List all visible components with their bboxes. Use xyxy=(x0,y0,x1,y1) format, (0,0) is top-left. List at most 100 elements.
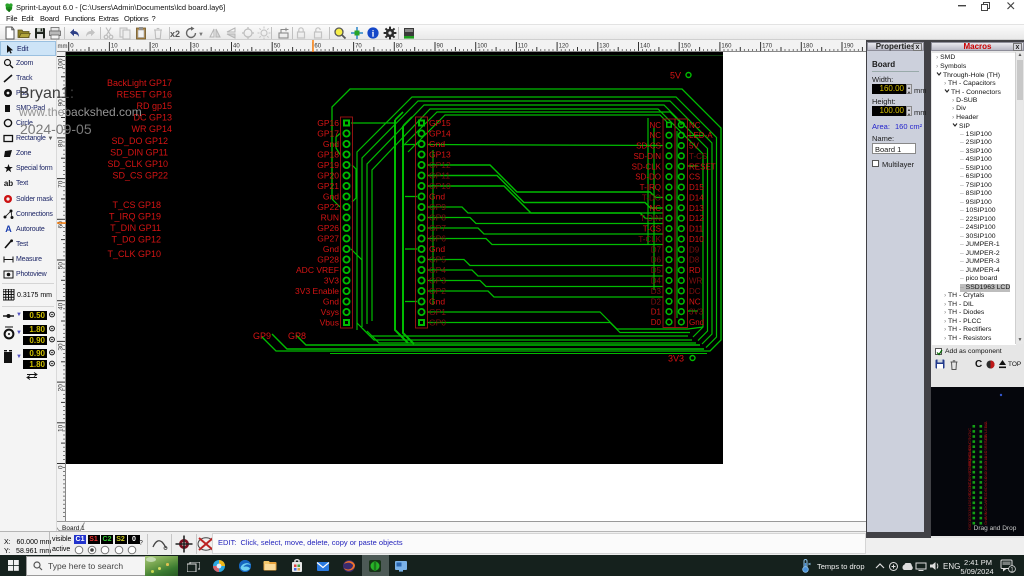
svg-text:190: 190 xyxy=(844,44,855,50)
svg-text:GP18: GP18 xyxy=(317,150,339,160)
svg-text:70: 70 xyxy=(58,180,65,188)
svg-text:Gnd: Gnd xyxy=(429,244,445,254)
svg-text:RESET: RESET xyxy=(983,435,988,449)
svg-text:GP10: GP10 xyxy=(429,181,451,191)
svg-text:D7: D7 xyxy=(967,488,972,494)
svg-text:NC: NC xyxy=(649,204,661,213)
svg-text:NC: NC xyxy=(649,131,661,140)
svg-text:D8: D8 xyxy=(983,488,988,494)
svg-text:RUN: RUN xyxy=(321,213,339,223)
svg-text:LED-A: LED-A xyxy=(689,131,713,140)
svg-text:GP2: GP2 xyxy=(429,286,446,296)
svg-text:ADC VREF: ADC VREF xyxy=(296,265,339,275)
svg-text:D15: D15 xyxy=(689,183,704,192)
svg-text:D13: D13 xyxy=(689,204,704,213)
svg-text:D7: D7 xyxy=(651,245,662,254)
svg-text:D1: D1 xyxy=(967,519,972,525)
svg-text:30: 30 xyxy=(58,343,65,351)
svg-text:GP16: GP16 xyxy=(317,118,339,128)
svg-text:D2: D2 xyxy=(967,514,972,520)
svg-text:D11: D11 xyxy=(689,225,704,234)
svg-text:WR: WR xyxy=(689,277,703,286)
svg-text:Gnd: Gnd xyxy=(429,192,445,202)
svg-text:100: 100 xyxy=(477,44,488,50)
svg-text:D6: D6 xyxy=(651,256,662,265)
svg-text:NC: NC xyxy=(967,433,972,439)
svg-text:D9: D9 xyxy=(689,245,700,254)
svg-text:D5: D5 xyxy=(651,266,662,275)
svg-text:D4: D4 xyxy=(651,277,662,286)
svg-text:T_CLK GP10: T_CLK GP10 xyxy=(107,249,161,259)
svg-text:60: 60 xyxy=(58,221,65,229)
svg-text:60: 60 xyxy=(314,44,321,50)
svg-text:NC: NC xyxy=(689,121,701,130)
svg-text:NC: NC xyxy=(649,121,661,130)
svg-text:GP27: GP27 xyxy=(317,234,339,244)
svg-text:110: 110 xyxy=(518,44,528,50)
svg-text:140: 140 xyxy=(640,44,651,50)
svg-text:D0: D0 xyxy=(651,318,662,327)
svg-text:SD-CS: SD-CS xyxy=(636,142,661,151)
svg-text:D9: D9 xyxy=(983,483,988,489)
svg-text:5V: 5V xyxy=(689,142,699,151)
svg-text:BackLight GP17: BackLight GP17 xyxy=(107,78,172,88)
svg-text:10: 10 xyxy=(111,44,118,50)
svg-text:100: 100 xyxy=(58,58,65,69)
svg-text:GP8: GP8 xyxy=(429,213,446,223)
svg-text:GP6: GP6 xyxy=(429,234,446,244)
svg-text:RD: RD xyxy=(689,266,701,275)
svg-text:NC: NC xyxy=(689,297,701,306)
svg-text:GP11: GP11 xyxy=(429,171,450,181)
svg-text:120: 120 xyxy=(559,44,570,50)
svg-text:3V3: 3V3 xyxy=(689,308,704,317)
svg-text:3V3: 3V3 xyxy=(324,276,339,286)
svg-text:GP22: GP22 xyxy=(317,202,339,212)
svg-text:T-DO: T-DO xyxy=(642,194,661,203)
svg-text:Gnd: Gnd xyxy=(689,318,704,327)
svg-text:GP26: GP26 xyxy=(317,223,339,233)
svg-text:SD-CLK: SD-CLK xyxy=(632,162,662,171)
svg-text:GP7: GP7 xyxy=(429,223,446,233)
svg-text:GP5: GP5 xyxy=(429,255,446,265)
svg-text:GP14: GP14 xyxy=(429,129,451,139)
svg-text:NC: NC xyxy=(967,428,972,434)
svg-text:CS: CS xyxy=(689,173,700,182)
svg-text:50: 50 xyxy=(58,262,65,270)
svg-text:Vsys: Vsys xyxy=(321,307,339,317)
svg-text:Gnd: Gnd xyxy=(429,297,445,307)
svg-text:D3: D3 xyxy=(651,287,662,296)
svg-text:GP19: GP19 xyxy=(317,160,339,170)
svg-text:GP8: GP8 xyxy=(288,331,306,341)
svg-text:GP20: GP20 xyxy=(317,171,339,181)
svg-text:3V3 Enable: 3V3 Enable xyxy=(295,286,339,296)
svg-text:20: 20 xyxy=(58,384,65,392)
svg-text:170: 170 xyxy=(762,44,773,50)
svg-text:GP9: GP9 xyxy=(429,202,446,212)
svg-text:LED-A: LED-A xyxy=(983,421,988,433)
svg-text:40: 40 xyxy=(233,44,240,50)
svg-text:160: 160 xyxy=(721,44,732,50)
svg-text:GP0: GP0 xyxy=(429,318,446,328)
svg-text:0: 0 xyxy=(70,44,74,50)
svg-text:D12: D12 xyxy=(689,214,704,223)
svg-text:D6: D6 xyxy=(967,494,972,500)
svg-text:10: 10 xyxy=(58,424,65,432)
svg-text:20: 20 xyxy=(152,44,159,50)
svg-text:Gnd: Gnd xyxy=(323,297,339,307)
svg-text:T_CS GP18: T_CS GP18 xyxy=(112,200,161,210)
svg-text:GP13: GP13 xyxy=(429,150,451,160)
svg-text:T-CS: T-CS xyxy=(643,225,661,234)
svg-text:GP17: GP17 xyxy=(317,129,339,139)
svg-text:Drag and Drop: Drag and Drop xyxy=(974,525,1017,532)
svg-text:180: 180 xyxy=(803,44,814,50)
svg-text:D3: D3 xyxy=(967,509,972,515)
svg-text:T_IRQ GP19: T_IRQ GP19 xyxy=(109,212,161,222)
svg-text:GP4: GP4 xyxy=(429,265,446,275)
svg-text:GP3: GP3 xyxy=(429,276,446,286)
svg-text:Gnd: Gnd xyxy=(429,139,445,149)
svg-text:130: 130 xyxy=(599,44,610,50)
svg-text:SD-DIN: SD-DIN xyxy=(633,152,661,161)
svg-text:Gnd: Gnd xyxy=(983,517,988,525)
svg-text:150: 150 xyxy=(681,44,692,50)
svg-text:DC: DC xyxy=(689,287,701,296)
